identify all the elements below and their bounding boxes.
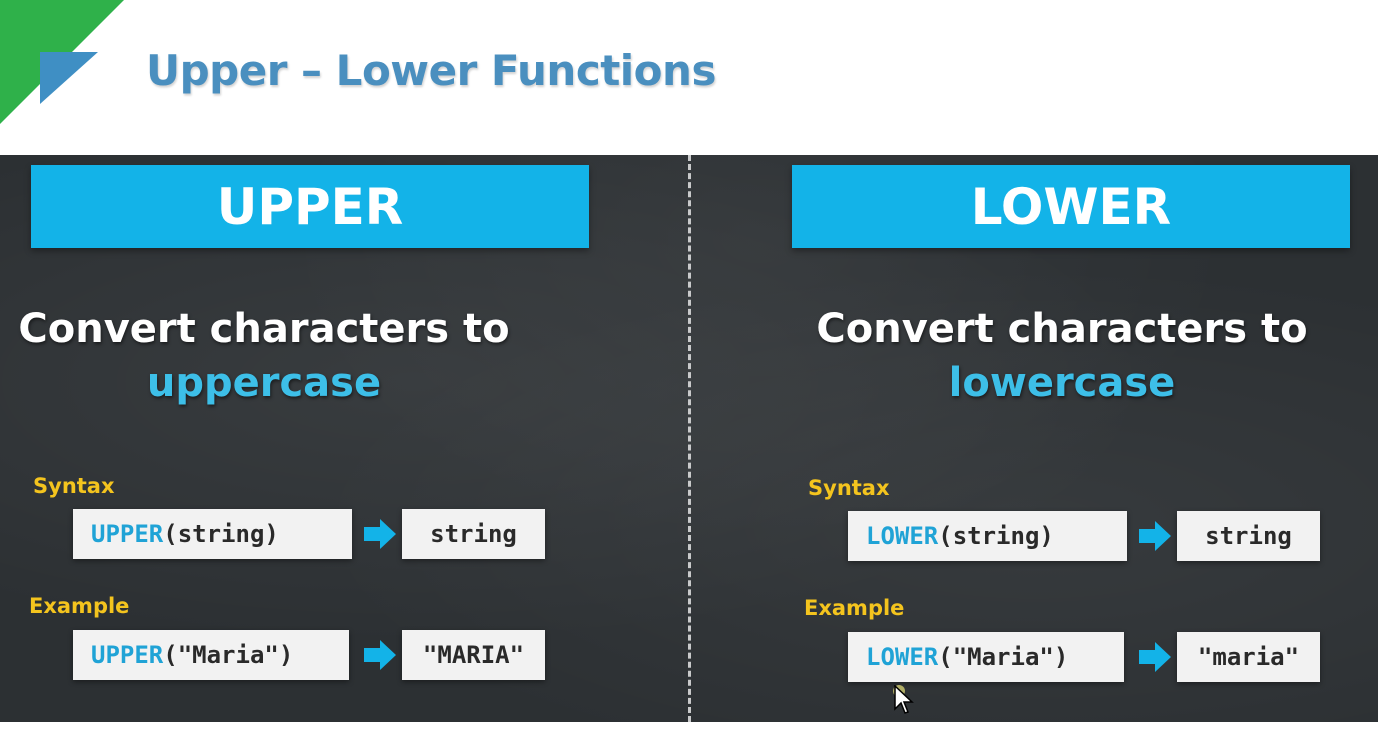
bottom-strip xyxy=(0,722,1381,730)
lower-example-function: LOWER xyxy=(866,643,939,671)
lower-syntax-label: Syntax xyxy=(808,476,890,500)
right-arrow-icon xyxy=(1139,642,1171,672)
upper-example-label: Example xyxy=(29,594,130,618)
upper-description-highlight: uppercase xyxy=(146,360,382,406)
lower-description: Convert characters to lowercase xyxy=(718,302,1381,410)
slide-header: Upper – Lower Functions xyxy=(0,0,1381,155)
chalkboard: UPPER Convert characters to uppercase Sy… xyxy=(0,155,1378,722)
upper-panel: UPPER Convert characters to uppercase Sy… xyxy=(0,155,688,722)
upper-syntax-result: string xyxy=(402,509,545,559)
lower-panel: LOWER Convert characters to lowercase Sy… xyxy=(692,155,1380,722)
page-title: Upper – Lower Functions xyxy=(146,46,716,95)
upper-description: Convert characters to uppercase xyxy=(0,302,608,410)
mouse-pointer-icon xyxy=(893,685,914,714)
lower-description-highlight: lowercase xyxy=(948,360,1176,406)
logo-blue-triangle xyxy=(40,52,98,104)
upper-description-line: Convert characters to xyxy=(18,306,510,352)
lower-example-code: LOWER ("Maria") xyxy=(848,632,1124,682)
lower-syntax-args: (string) xyxy=(938,522,1054,550)
upper-syntax-code: UPPER (string) xyxy=(73,509,352,559)
lower-description-line: Convert characters to xyxy=(816,306,1308,352)
slide: Upper – Lower Functions UPPER Convert ch… xyxy=(0,0,1381,730)
upper-example-function: UPPER xyxy=(91,641,164,669)
lower-example-result: "maria" xyxy=(1177,632,1320,682)
upper-example-args: ("Maria") xyxy=(163,641,294,669)
right-arrow-icon xyxy=(364,519,396,549)
upper-example-code: UPPER ("Maria") xyxy=(73,630,349,680)
panel-divider xyxy=(688,155,691,722)
upper-syntax-label: Syntax xyxy=(33,474,115,498)
lower-banner: LOWER xyxy=(792,165,1350,248)
lower-syntax-function: LOWER xyxy=(866,522,939,550)
right-arrow-icon xyxy=(1139,521,1171,551)
upper-syntax-function: UPPER xyxy=(91,520,164,548)
upper-banner: UPPER xyxy=(31,165,589,248)
lower-example-label: Example xyxy=(804,596,905,620)
upper-syntax-args: (string) xyxy=(163,520,279,548)
right-arrow-icon xyxy=(364,640,396,670)
lower-syntax-code: LOWER (string) xyxy=(848,511,1127,561)
lower-example-args: ("Maria") xyxy=(938,643,1069,671)
lower-syntax-result: string xyxy=(1177,511,1320,561)
upper-example-result: "MARIA" xyxy=(402,630,545,680)
